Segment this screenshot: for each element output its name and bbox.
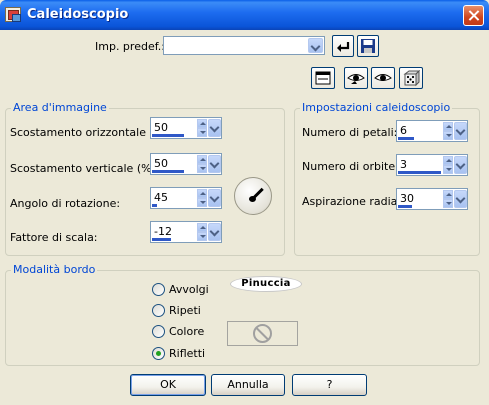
radio-color-label[interactable]: Colore (169, 325, 204, 338)
radial-suction-value: 30 (400, 192, 414, 205)
vertical-offset-value: 50 (154, 157, 168, 170)
radio-repeat-label[interactable]: Ripeti (169, 304, 201, 317)
radial-suction-bar (398, 205, 412, 208)
randomize-button[interactable] (399, 67, 423, 89)
watermark-logo: Pinuccia (230, 276, 302, 292)
petals-spinner[interactable] (443, 122, 453, 140)
dialog-window: Caleidoscopio Imp. predef.: Area d'immag… (0, 0, 489, 405)
scale-factor-value: -12 (154, 225, 172, 238)
preset-dropdown[interactable] (163, 36, 325, 55)
chevron-down-icon[interactable] (454, 122, 467, 140)
horizontal-offset-spinner[interactable] (197, 119, 207, 137)
rotation-angle-spinner[interactable] (197, 189, 207, 207)
radial-suction-field[interactable]: 30 (396, 188, 468, 210)
petals-value: 6 (400, 124, 407, 137)
radial-suction-label: Aspirazione radiale: (302, 195, 411, 208)
radio-reflect-label[interactable]: Rifletti (169, 347, 205, 360)
scale-factor-field[interactable]: -12 (150, 221, 222, 243)
preview-on-image-button[interactable] (344, 67, 368, 89)
radio-color[interactable] (152, 325, 165, 338)
window-title: Caleidoscopio (27, 7, 129, 22)
auto-proof-button[interactable] (371, 67, 395, 89)
rotation-angle-field[interactable]: 45 (150, 187, 222, 209)
horizontal-offset-value: 50 (154, 121, 168, 134)
radio-wrap-label[interactable]: Avvolgi (169, 283, 209, 296)
vertical-offset-spinner[interactable] (197, 155, 207, 173)
image-area-title: Area d'immagine (11, 101, 109, 114)
orbits-bar (398, 171, 441, 174)
petals-field[interactable]: 6 (396, 120, 468, 142)
reset-defaults-icon (337, 42, 350, 52)
vertical-offset-bar (152, 170, 184, 173)
horizontal-offset-bar (152, 134, 184, 137)
radio-wrap[interactable] (152, 283, 165, 296)
cancel-button[interactable]: Annulla (211, 374, 285, 396)
title-bar[interactable]: Caleidoscopio (0, 0, 489, 30)
orbits-value: 3 (400, 158, 407, 171)
horizontal-offset-field[interactable]: 50 (150, 117, 222, 139)
chevron-down-icon[interactable] (454, 190, 467, 208)
petals-label: Numero di petali: (302, 126, 398, 139)
scale-factor-label: Fattore di scala: (10, 231, 98, 244)
chevron-down-icon[interactable] (454, 156, 467, 174)
prohibited-icon (253, 324, 272, 343)
radio-repeat[interactable] (152, 304, 165, 317)
edge-mode-title: Modalità bordo (11, 263, 98, 276)
proof-toggle-button[interactable] (311, 67, 335, 89)
app-icon (5, 7, 21, 22)
orbits-field[interactable]: 3 (396, 154, 468, 176)
preset-label: Imp. predef.: (95, 40, 165, 53)
chevron-down-icon[interactable] (208, 119, 221, 137)
petals-bar (398, 137, 414, 140)
orbits-spinner[interactable] (443, 156, 453, 174)
rotation-angle-value: 45 (154, 191, 168, 204)
vertical-offset-label: Scostamento verticale (%): (10, 162, 160, 175)
chevron-down-icon[interactable] (208, 223, 221, 241)
rotation-angle-bar (152, 204, 157, 207)
radial-suction-spinner[interactable] (443, 190, 453, 208)
orbits-label: Numero di orbite: (302, 160, 399, 173)
chevron-down-icon[interactable] (208, 155, 221, 173)
edge-color-swatch[interactable] (227, 321, 298, 346)
scale-factor-bar (152, 238, 171, 241)
rotation-angle-label: Angolo di rotazione: (10, 197, 121, 210)
rotation-dial[interactable] (234, 177, 272, 215)
save-preset-icon (361, 39, 375, 53)
randomize-dice-icon (403, 69, 420, 86)
ok-button[interactable]: OK (130, 374, 206, 396)
close-button[interactable] (463, 5, 484, 26)
vertical-offset-field[interactable]: 50 (150, 153, 222, 175)
horizontal-offset-label: Scostamento orizzontale (%): (10, 126, 173, 139)
scale-factor-spinner[interactable] (197, 223, 207, 241)
chevron-down-icon[interactable] (208, 189, 221, 207)
kaleidoscope-settings-title: Impostazioni caleidoscopio (300, 101, 453, 114)
eye-icon (374, 74, 392, 81)
chevron-down-icon[interactable] (308, 38, 323, 53)
proof-toggle-icon (315, 71, 331, 85)
reset-defaults-button[interactable] (332, 35, 354, 57)
save-preset-button[interactable] (357, 35, 379, 57)
eye-preview-icon (347, 74, 365, 84)
radio-reflect[interactable] (152, 347, 165, 360)
help-button[interactable]: ? (292, 374, 367, 396)
